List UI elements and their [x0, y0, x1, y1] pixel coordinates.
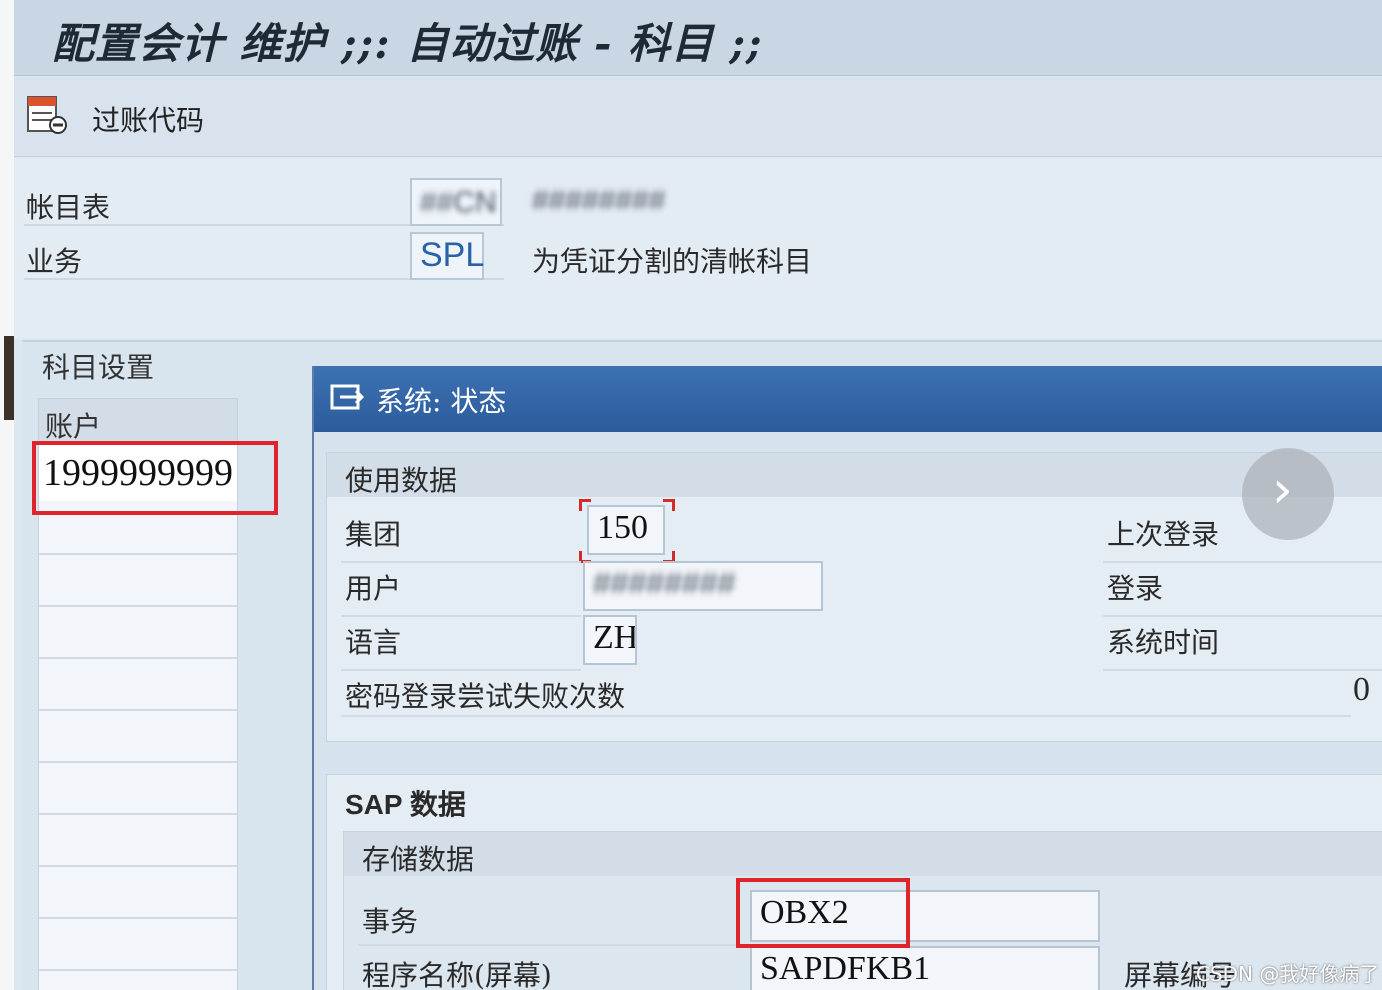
table-row-divider — [39, 865, 237, 867]
transaction-label: 业务 — [26, 245, 83, 278]
account-column-label: 账户 — [45, 410, 102, 443]
table-row-divider — [39, 969, 237, 971]
row-divider — [341, 669, 581, 671]
table-row-divider — [39, 761, 237, 763]
chevron-right-icon: › — [1272, 460, 1293, 520]
next-arrow-button[interactable]: › — [1242, 448, 1334, 540]
last-logon-label: 上次登录 — [1107, 518, 1220, 551]
client-highlight-corner — [579, 499, 591, 511]
account-column-header[interactable]: 账户 — [39, 399, 237, 443]
chart-of-accounts-field[interactable]: ##CN — [410, 178, 502, 226]
chart-of-accounts-label: 帐目表 — [26, 191, 111, 224]
watermark: CSDN @我好像病了 — [1196, 962, 1380, 986]
posting-keys-button[interactable]: 过账代码 — [92, 99, 204, 139]
sap-data-title: SAP 数据 — [345, 789, 466, 820]
transaction-highlight-box — [736, 878, 910, 948]
table-row-divider — [39, 657, 237, 659]
dialog-title-bar: 系统: 状态 — [314, 366, 1382, 432]
status-window-icon — [330, 384, 364, 410]
failed-logins-value: 0 — [1353, 671, 1370, 708]
row-divider — [1103, 669, 1382, 671]
row-divider — [341, 615, 581, 617]
client-label: 集团 — [345, 518, 402, 551]
system-time-label: 系统时间 — [1107, 626, 1220, 659]
repository-data-title: 存储数据 — [362, 843, 475, 876]
language-label: 语言 — [345, 626, 402, 659]
client-field[interactable]: 150 — [587, 505, 665, 555]
transaction-description: 为凭证分割的清帐科目 — [532, 245, 813, 278]
row-divider — [358, 944, 748, 946]
client-highlight-corner — [663, 499, 675, 511]
user-value: ######## — [593, 565, 736, 601]
row-divider — [1103, 615, 1382, 617]
usage-data-group: 使用数据 集团 150 用户 ######## 语言 ZH 密码登录尝试失败次数… — [326, 452, 1382, 742]
table-row-divider — [39, 917, 237, 919]
dialog-title: 系统: 状态 — [376, 385, 507, 418]
table-row-divider — [39, 813, 237, 815]
row-divider — [341, 561, 581, 563]
table-row-divider — [39, 605, 237, 607]
repository-data-header: 存储数据 — [344, 832, 1382, 876]
usage-data-title: 使用数据 — [345, 464, 458, 497]
application-toolbar: 过账代码 — [14, 77, 1382, 157]
user-label: 用户 — [345, 572, 402, 605]
account-settings-title: 科目设置 — [42, 351, 155, 384]
row-divider — [1103, 561, 1382, 563]
transaction-field[interactable]: SPL — [410, 232, 484, 280]
chart-of-accounts-value: ##CN — [420, 186, 497, 219]
header-fields: 帐目表 ##CN ######## 业务 SPL 为凭证分割的清帐科目 — [14, 158, 1382, 338]
program-name-label: 程序名称(屏幕) — [362, 959, 552, 990]
account-highlight-box — [32, 441, 278, 515]
title-bar: 配置会计 维护 ;;: 自动过账 - 科目 ;; — [14, 0, 1382, 76]
user-field[interactable]: ######## — [583, 561, 823, 611]
language-field[interactable]: ZH — [583, 615, 637, 665]
window-title: 配置会计 维护 ;;: 自动过账 - 科目 ;; — [52, 19, 763, 68]
table-row-divider — [39, 709, 237, 711]
table-row-divider — [39, 553, 237, 555]
background-window-fragment — [4, 336, 14, 420]
chart-of-accounts-description: ######## — [532, 184, 666, 217]
failed-logins-label: 密码登录尝试失败次数 — [345, 680, 626, 713]
row-divider — [341, 715, 1351, 717]
posting-keys-icon[interactable] — [26, 95, 68, 135]
program-name-field[interactable]: SAPDFKB1 — [750, 946, 1100, 990]
left-window-edge — [0, 0, 14, 990]
logon-label: 登录 — [1107, 572, 1164, 605]
usage-data-header: 使用数据 — [327, 453, 1382, 497]
sap-transaction-label: 事务 — [362, 905, 419, 938]
